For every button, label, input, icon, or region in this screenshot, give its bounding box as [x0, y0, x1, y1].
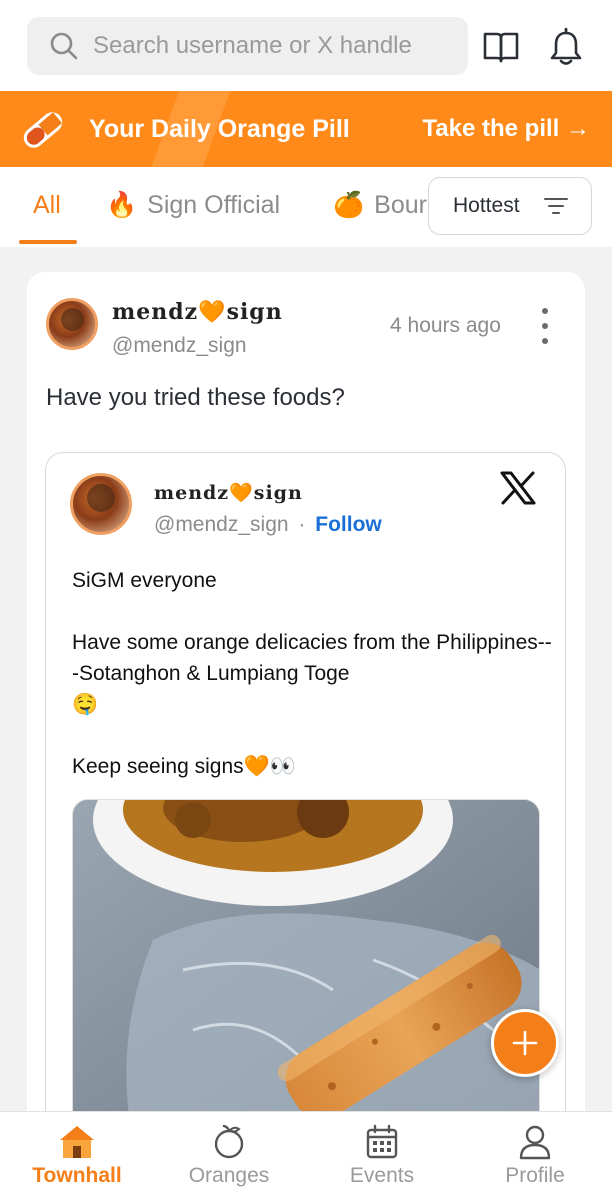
banner-title: Your Daily Orange Pill — [89, 115, 350, 143]
tab-sign-official-label: Sign Official — [147, 191, 281, 219]
nav-oranges-label: Oranges — [188, 1164, 270, 1187]
nav-oranges[interactable]: Oranges — [169, 1124, 289, 1200]
more-options-icon[interactable] — [537, 308, 553, 344]
book-icon[interactable] — [481, 25, 521, 69]
pill-icon — [23, 112, 63, 148]
take-pill-link[interactable]: Take the pill → — [422, 115, 590, 143]
heart-icon: 🧡 — [198, 299, 227, 325]
embed-author-name[interactable]: mendz🧡sign — [154, 481, 303, 504]
embed-author-second: sign — [253, 482, 303, 504]
sort-dropdown[interactable]: Hottest — [428, 177, 592, 235]
profile-icon — [519, 1125, 551, 1160]
tab-bounties-label: Bour — [374, 191, 427, 219]
calendar-icon — [366, 1124, 398, 1159]
embed-handle[interactable]: @mendz_sign — [154, 513, 289, 536]
search-icon — [50, 32, 78, 60]
tweet-line-food-text: Have some orange delicacies from the Phi… — [72, 631, 552, 685]
author-name-first: mendz — [112, 299, 199, 325]
tweet-line-signs: Keep seeing signs🧡👀 — [72, 751, 296, 782]
fire-icon: 🔥 — [106, 191, 138, 219]
search-input[interactable] — [93, 32, 453, 60]
filter-icon — [543, 198, 568, 214]
follow-link[interactable]: Follow — [315, 513, 382, 536]
embed-author-first: mendz — [154, 482, 230, 504]
tweet-line-greeting: SiGM everyone — [72, 569, 217, 592]
tab-all[interactable]: All — [33, 191, 61, 220]
heart-eyes-emoji: 🧡👀 — [243, 755, 296, 778]
feed-tabs: All 🔥 Sign Official 🍊 Bour Hottest — [0, 167, 612, 247]
orange-icon — [214, 1124, 244, 1159]
bottom-nav: Townhall Oranges Events Profile — [0, 1111, 612, 1200]
create-post-button[interactable] — [491, 1009, 559, 1077]
author-name-second: sign — [226, 299, 283, 325]
embedded-tweet[interactable]: mendz🧡sign @mendz_sign · Follow SiGM eve… — [45, 452, 566, 1132]
sort-label: Hottest — [453, 194, 520, 217]
post-text: Have you tried these foods? — [46, 384, 345, 411]
tweet-line-signs-text: Keep seeing signs — [72, 755, 244, 778]
active-tab-indicator — [19, 240, 77, 244]
food-photo[interactable] — [72, 799, 540, 1132]
embed-handle-row: @mendz_sign · Follow — [154, 513, 382, 537]
nav-profile[interactable]: Profile — [475, 1124, 595, 1200]
townhall-icon — [60, 1126, 94, 1158]
avatar[interactable] — [46, 298, 98, 350]
nav-townhall-label: Townhall — [32, 1164, 122, 1187]
orange-pill-banner[interactable]: Your Daily Orange Pill Take the pill → — [0, 91, 612, 167]
search-bar[interactable] — [27, 17, 468, 75]
post-card[interactable]: mendz🧡sign @mendz_sign 4 hours ago Have … — [27, 272, 585, 1132]
nav-events[interactable]: Events — [322, 1124, 442, 1200]
tab-sign-official[interactable]: 🔥 Sign Official — [106, 191, 280, 220]
author-name[interactable]: mendz🧡sign — [112, 299, 283, 325]
drool-emoji: 🤤 — [72, 693, 99, 716]
tab-all-label: All — [33, 191, 61, 219]
nav-profile-label: Profile — [505, 1164, 565, 1187]
orange-icon: 🍊 — [333, 191, 365, 219]
bell-icon[interactable] — [546, 25, 586, 69]
top-bar — [0, 0, 612, 91]
nav-events-label: Events — [349, 1164, 415, 1187]
tab-bounties[interactable]: 🍊 Bour — [333, 191, 427, 220]
embed-avatar[interactable] — [70, 473, 132, 535]
separator-dot: · — [298, 513, 306, 536]
plus-icon — [512, 1030, 538, 1056]
tweet-line-food: Have some orange delicacies from the Phi… — [72, 627, 552, 720]
heart-icon: 🧡 — [229, 482, 254, 504]
nav-townhall[interactable]: Townhall — [17, 1124, 137, 1200]
x-logo-icon[interactable] — [500, 471, 536, 505]
post-time: 4 hours ago — [390, 314, 501, 337]
author-handle[interactable]: @mendz_sign — [112, 334, 247, 358]
